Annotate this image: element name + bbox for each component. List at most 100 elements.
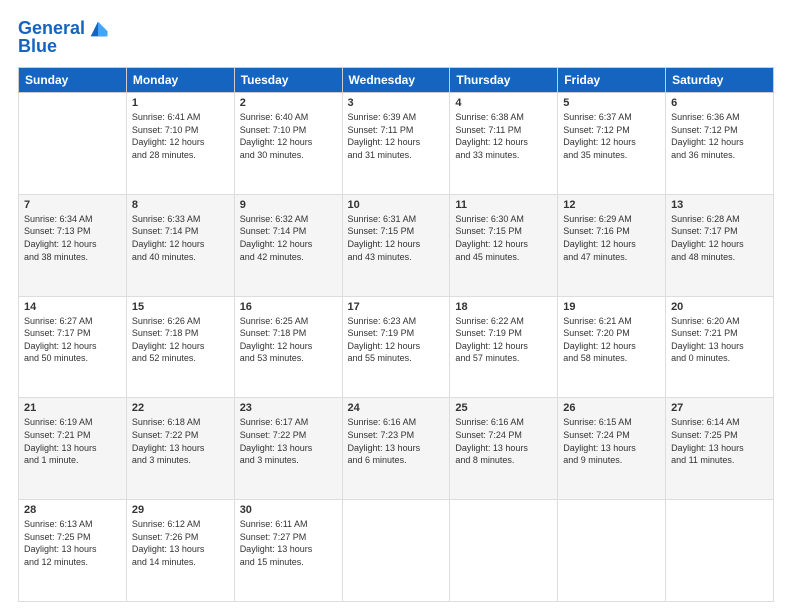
calendar-cell: 24Sunrise: 6:16 AM Sunset: 7:23 PM Dayli…	[342, 398, 450, 500]
day-number: 1	[132, 97, 229, 109]
calendar-cell: 8 Sunrise: 6:33 AM Sunset: 7:14 PM Daylig…	[126, 194, 234, 296]
day-info: Sunrise: 6:40 AM Sunset: 7:10 PM Dayligh…	[240, 111, 337, 161]
weekday-header: Tuesday	[234, 68, 342, 93]
weekday-header: Sunday	[19, 68, 127, 93]
day-number: 29	[132, 504, 229, 516]
day-info: Sunrise: 6:37 AM Sunset: 7:12 PM Dayligh…	[563, 111, 660, 161]
day-number: 17	[348, 301, 445, 313]
day-number: 5	[563, 97, 660, 109]
day-number: 21	[24, 402, 121, 414]
day-info: Sunrise: 6:12 AM Sunset: 7:26 PM Dayligh…	[132, 518, 229, 568]
calendar-cell: 14 Sunrise: 6:27 AM Sunset: 7:17 PM Dayli…	[19, 296, 127, 398]
day-info: Sunrise: 6:18 AM Sunset: 7:22 PM Dayligh…	[132, 416, 229, 466]
day-info: Sunrise: 6:29 AM Sunset: 7:16 PM Dayligh…	[563, 213, 660, 263]
day-info: Sunrise: 6:33 AM Sunset: 7:14 PM Dayligh…	[132, 213, 229, 263]
calendar-cell: 15 Sunrise: 6:26 AM Sunset: 7:18 PM Dayli…	[126, 296, 234, 398]
calendar-cell: 9 Sunrise: 6:32 AM Sunset: 7:14 PM Daylig…	[234, 194, 342, 296]
day-number: 4	[455, 97, 552, 109]
weekday-header: Saturday	[666, 68, 774, 93]
day-info: Sunrise: 6:41 AM Sunset: 7:10 PM Dayligh…	[132, 111, 229, 161]
day-number: 20	[671, 301, 768, 313]
day-info: Sunrise: 6:22 AM Sunset: 7:19 PM Dayligh…	[455, 315, 552, 365]
calendar-table: SundayMondayTuesdayWednesdayThursdayFrid…	[18, 67, 774, 602]
day-number: 19	[563, 301, 660, 313]
calendar-cell: 30 Sunrise: 6:11 AM Sunset: 7:27 PM Dayli…	[234, 500, 342, 602]
day-number: 27	[671, 402, 768, 414]
weekday-header: Wednesday	[342, 68, 450, 93]
day-number: 11	[455, 199, 552, 211]
page: General Blue SundayMondayTuesdayWednesda…	[0, 0, 792, 612]
day-number: 25	[455, 402, 552, 414]
day-number: 2	[240, 97, 337, 109]
day-number: 13	[671, 199, 768, 211]
calendar-cell	[558, 500, 666, 602]
calendar-cell: 17 Sunrise: 6:23 AM Sunset: 7:19 PM Dayli…	[342, 296, 450, 398]
calendar-cell: 20 Sunrise: 6:20 AM Sunset: 7:21 PM Dayli…	[666, 296, 774, 398]
day-info: Sunrise: 6:21 AM Sunset: 7:20 PM Dayligh…	[563, 315, 660, 365]
calendar-cell: 29 Sunrise: 6:12 AM Sunset: 7:26 PM Dayli…	[126, 500, 234, 602]
calendar-cell: 13 Sunrise: 6:28 AM Sunset: 7:17 PM Dayli…	[666, 194, 774, 296]
day-info: Sunrise: 6:38 AM Sunset: 7:11 PM Dayligh…	[455, 111, 552, 161]
day-info: Sunrise: 6:34 AM Sunset: 7:13 PM Dayligh…	[24, 213, 121, 263]
calendar-cell: 7 Sunrise: 6:34 AM Sunset: 7:13 PM Daylig…	[19, 194, 127, 296]
day-number: 30	[240, 504, 337, 516]
day-info: Sunrise: 6:25 AM Sunset: 7:18 PM Dayligh…	[240, 315, 337, 365]
day-info: Sunrise: 6:31 AM Sunset: 7:15 PM Dayligh…	[348, 213, 445, 263]
day-number: 28	[24, 504, 121, 516]
day-number: 12	[563, 199, 660, 211]
calendar-cell: 2 Sunrise: 6:40 AM Sunset: 7:10 PM Daylig…	[234, 93, 342, 195]
calendar-cell: 26 Sunrise: 6:15 AM Sunset: 7:24 PM Dayli…	[558, 398, 666, 500]
day-info: Sunrise: 6:11 AM Sunset: 7:27 PM Dayligh…	[240, 518, 337, 568]
day-number: 16	[240, 301, 337, 313]
day-number: 9	[240, 199, 337, 211]
day-info: Sunrise: 6:36 AM Sunset: 7:12 PM Dayligh…	[671, 111, 768, 161]
calendar-week-row: 28 Sunrise: 6:13 AM Sunset: 7:25 PM Dayli…	[19, 500, 774, 602]
calendar-cell: 12 Sunrise: 6:29 AM Sunset: 7:16 PM Dayli…	[558, 194, 666, 296]
calendar-cell: 10 Sunrise: 6:31 AM Sunset: 7:15 PM Dayli…	[342, 194, 450, 296]
day-number: 3	[348, 97, 445, 109]
calendar-cell: 16 Sunrise: 6:25 AM Sunset: 7:18 PM Dayli…	[234, 296, 342, 398]
weekday-header: Monday	[126, 68, 234, 93]
day-info: Sunrise: 6:13 AM Sunset: 7:25 PM Dayligh…	[24, 518, 121, 568]
day-number: 10	[348, 199, 445, 211]
day-number: 6	[671, 97, 768, 109]
day-info: Sunrise: 6:27 AM Sunset: 7:17 PM Dayligh…	[24, 315, 121, 365]
day-info: Sunrise: 6:16 AM Sunset: 7:23 PM Dayligh…	[348, 416, 445, 466]
calendar-cell: 22Sunrise: 6:18 AM Sunset: 7:22 PM Dayli…	[126, 398, 234, 500]
day-info: Sunrise: 6:14 AM Sunset: 7:25 PM Dayligh…	[671, 416, 768, 466]
day-info: Sunrise: 6:23 AM Sunset: 7:19 PM Dayligh…	[348, 315, 445, 365]
day-number: 15	[132, 301, 229, 313]
day-number: 14	[24, 301, 121, 313]
calendar-header-row: SundayMondayTuesdayWednesdayThursdayFrid…	[19, 68, 774, 93]
header: General Blue	[18, 18, 774, 57]
weekday-header: Thursday	[450, 68, 558, 93]
calendar-cell: 5 Sunrise: 6:37 AM Sunset: 7:12 PM Daylig…	[558, 93, 666, 195]
day-info: Sunrise: 6:26 AM Sunset: 7:18 PM Dayligh…	[132, 315, 229, 365]
day-info: Sunrise: 6:19 AM Sunset: 7:21 PM Dayligh…	[24, 416, 121, 466]
calendar-cell: 28 Sunrise: 6:13 AM Sunset: 7:25 PM Dayli…	[19, 500, 127, 602]
day-info: Sunrise: 6:20 AM Sunset: 7:21 PM Dayligh…	[671, 315, 768, 365]
calendar-cell: 1 Sunrise: 6:41 AM Sunset: 7:10 PM Daylig…	[126, 93, 234, 195]
calendar-cell: 21 Sunrise: 6:19 AM Sunset: 7:21 PM Dayli…	[19, 398, 127, 500]
day-number: 18	[455, 301, 552, 313]
day-number: 23	[240, 402, 337, 414]
calendar-week-row: 1 Sunrise: 6:41 AM Sunset: 7:10 PM Daylig…	[19, 93, 774, 195]
day-number: 8	[132, 199, 229, 211]
day-info: Sunrise: 6:39 AM Sunset: 7:11 PM Dayligh…	[348, 111, 445, 161]
calendar-cell: 25Sunrise: 6:16 AM Sunset: 7:24 PM Dayli…	[450, 398, 558, 500]
day-number: 7	[24, 199, 121, 211]
day-info: Sunrise: 6:32 AM Sunset: 7:14 PM Dayligh…	[240, 213, 337, 263]
weekday-header: Friday	[558, 68, 666, 93]
day-number: 26	[563, 402, 660, 414]
calendar-cell: 23Sunrise: 6:17 AM Sunset: 7:22 PM Dayli…	[234, 398, 342, 500]
calendar-cell: 3 Sunrise: 6:39 AM Sunset: 7:11 PM Daylig…	[342, 93, 450, 195]
calendar-cell	[19, 93, 127, 195]
day-info: Sunrise: 6:28 AM Sunset: 7:17 PM Dayligh…	[671, 213, 768, 263]
calendar-cell	[342, 500, 450, 602]
day-info: Sunrise: 6:15 AM Sunset: 7:24 PM Dayligh…	[563, 416, 660, 466]
calendar-cell: 27 Sunrise: 6:14 AM Sunset: 7:25 PM Dayli…	[666, 398, 774, 500]
calendar-cell: 11Sunrise: 6:30 AM Sunset: 7:15 PM Dayli…	[450, 194, 558, 296]
calendar-cell	[666, 500, 774, 602]
calendar-cell: 6 Sunrise: 6:36 AM Sunset: 7:12 PM Daylig…	[666, 93, 774, 195]
calendar-cell: 19 Sunrise: 6:21 AM Sunset: 7:20 PM Dayli…	[558, 296, 666, 398]
